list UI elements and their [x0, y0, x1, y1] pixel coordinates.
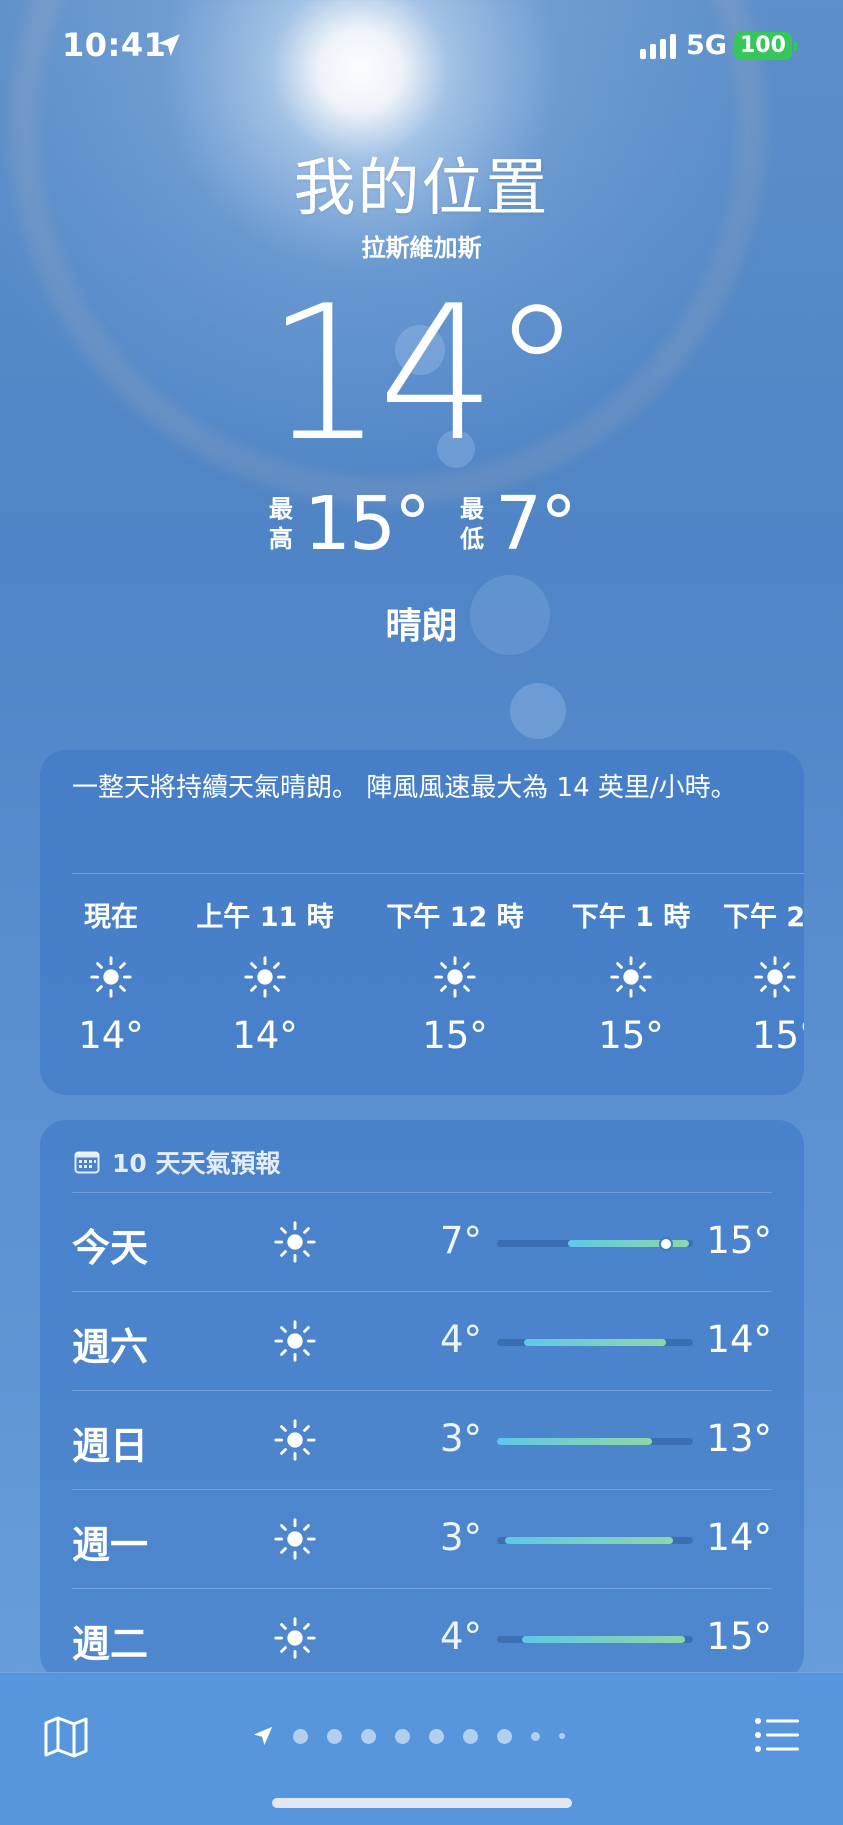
ten-day-forecast-card[interactable]: 10 天天氣預報 今天 7° 15° 週六 4° 14° 週日 3° 13° 週… [40, 1120, 804, 1680]
location-arrow-icon [253, 1726, 273, 1746]
temp-range-fill [524, 1339, 666, 1346]
day-high: 14° [706, 1516, 772, 1559]
calendar-icon [74, 1151, 100, 1174]
current-temp-marker [660, 1238, 671, 1249]
day-name: 週一 [72, 1523, 149, 1567]
low-temperature: 7° [495, 481, 577, 567]
location-title: 我的位置 [293, 151, 550, 224]
home-indicator [272, 1798, 572, 1808]
high-label: 最高 [268, 495, 293, 553]
temp-range-bar [497, 1636, 693, 1643]
page-dot [531, 1731, 540, 1741]
page-dot [293, 1728, 308, 1744]
day-name: 週二 [72, 1622, 149, 1666]
network-type: 5G [686, 30, 727, 61]
sun-icon [274, 1419, 316, 1461]
page-dot [497, 1728, 512, 1744]
day-name: 週日 [72, 1424, 149, 1468]
lens-flare [510, 683, 566, 739]
hour-temp: 15° [422, 1014, 488, 1057]
hour-temp: 15° [752, 1014, 804, 1057]
temp-range-bar [497, 1238, 693, 1249]
high-temperature: 15° [303, 481, 431, 567]
day-name: 週六 [72, 1325, 149, 1369]
sun-icon [274, 1617, 316, 1659]
sun-icon [610, 956, 652, 998]
day-name: 今天 [72, 1226, 149, 1270]
sun-icon [274, 1518, 316, 1560]
hour-item: 現在 14° [62, 895, 160, 1057]
day-low: 4° [439, 1615, 482, 1658]
page-dot [429, 1728, 444, 1744]
high-low: 最高 15° 最低 7° [0, 481, 843, 567]
temp-range-fill [504, 1537, 674, 1544]
sun-icon [274, 1221, 316, 1263]
cellular-signal-icon [640, 34, 676, 59]
sun-icon [754, 956, 796, 998]
temp-range-bar [497, 1339, 693, 1346]
current-temperature: 14° [265, 265, 584, 482]
hour-item: 下午 2 15° [720, 895, 804, 1057]
hour-temp: 15° [598, 1014, 664, 1057]
low-temp-group: 最低 7° [459, 481, 577, 567]
hour-item: 下午 1 時 15° [546, 895, 716, 1057]
divider [72, 873, 804, 874]
battery-indicator: 100 [734, 32, 797, 60]
hour-label: 下午 12 時 [386, 902, 524, 933]
temp-range-bar [497, 1537, 693, 1544]
day-row[interactable]: 週一 3° 14° [72, 1489, 772, 1588]
day-row[interactable]: 週二 4° 15° [72, 1588, 772, 1680]
sun-icon [90, 956, 132, 998]
day-high: 15° [706, 1219, 772, 1262]
map-icon[interactable] [42, 1713, 90, 1761]
hour-label: 下午 1 時 [571, 902, 691, 933]
day-high: 15° [706, 1615, 772, 1658]
day-row[interactable]: 今天 7° 15° [72, 1192, 772, 1291]
day-low: 7° [439, 1219, 482, 1262]
low-label: 最低 [460, 495, 485, 553]
hourly-forecast-card[interactable]: 一整天將持續天氣晴朗。 陣風風速最大為 14 英里/小時。 現在 14° 上午 … [40, 750, 804, 1095]
forecast-header: 10 天天氣預報 [74, 1144, 281, 1180]
status-time: 10:41 [62, 26, 167, 64]
page-dot [361, 1728, 376, 1744]
hour-label: 上午 11 時 [196, 902, 334, 933]
forecast-title: 10 天天氣預報 [112, 1149, 281, 1178]
city-name: 拉斯維加斯 [361, 234, 482, 262]
day-row[interactable]: 週六 4° 14° [72, 1291, 772, 1390]
status-bar: 10:41 5G 100 [0, 0, 843, 96]
temp-range-bar [497, 1438, 693, 1445]
page-dot [395, 1728, 410, 1744]
hour-item: 下午 12 時 15° [360, 895, 550, 1057]
list-icon[interactable] [754, 1715, 800, 1755]
hour-item: 上午 11 時 14° [180, 895, 350, 1057]
forecast-summary: 一整天將持續天氣晴朗。 陣風風速最大為 14 英里/小時。 [72, 773, 737, 803]
sun-icon [274, 1320, 316, 1362]
day-high: 13° [706, 1417, 772, 1460]
day-low: 3° [439, 1417, 482, 1460]
day-low: 3° [439, 1516, 482, 1559]
temp-range-fill [497, 1438, 652, 1445]
temp-range-fill [567, 1240, 690, 1247]
day-row[interactable]: 週日 3° 13° [72, 1390, 772, 1489]
sun-icon [244, 956, 286, 998]
hour-temp: 14° [232, 1014, 298, 1057]
high-temp-group: 最高 15° [268, 481, 431, 567]
hour-label: 下午 2 [723, 902, 804, 933]
page-dot [559, 1733, 565, 1739]
sun-icon [434, 956, 476, 998]
condition-text: 晴朗 [385, 606, 458, 647]
temp-range-fill [522, 1636, 686, 1643]
day-high: 14° [706, 1318, 772, 1361]
current-weather: 我的位置 拉斯維加斯 14° 最高 15° 最低 7° 晴朗 [0, 150, 843, 649]
page-dot [463, 1728, 478, 1744]
hour-temp: 14° [78, 1014, 144, 1057]
day-low: 4° [439, 1318, 482, 1361]
page-dot [327, 1728, 342, 1744]
hour-label: 現在 [84, 902, 138, 933]
location-arrow-icon [158, 34, 180, 56]
page-indicator[interactable] [252, 1725, 565, 1747]
